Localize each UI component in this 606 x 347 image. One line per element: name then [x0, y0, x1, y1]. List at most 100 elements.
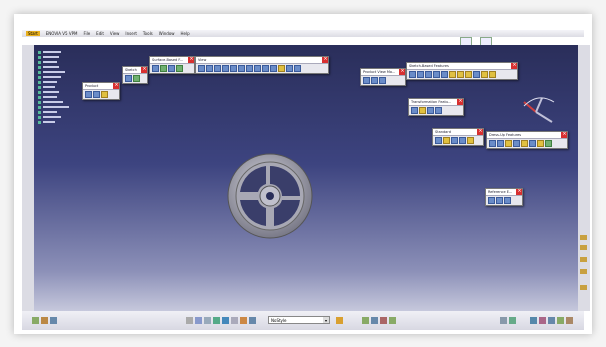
line-icon[interactable]	[496, 197, 503, 204]
tool-icon[interactable]	[133, 75, 140, 82]
tree-node[interactable]	[38, 65, 69, 69]
scale-icon[interactable]	[435, 107, 442, 114]
compass-icon[interactable]	[516, 92, 556, 132]
tool-icon[interactable]	[539, 317, 546, 324]
close-icon[interactable]: ×	[561, 132, 567, 138]
groove-icon[interactable]	[433, 71, 440, 78]
tool-icon[interactable]	[380, 317, 387, 324]
rotate-icon[interactable]	[222, 65, 229, 72]
tool-icon[interactable]	[336, 317, 343, 324]
tool-icon[interactable]	[213, 317, 220, 324]
tool-icon[interactable]	[566, 317, 573, 324]
tool-icon[interactable]	[379, 77, 386, 84]
fly-mode-icon[interactable]	[198, 65, 205, 72]
tool-icon[interactable]	[580, 285, 587, 290]
close-icon[interactable]: ×	[188, 57, 194, 63]
tool-icon[interactable]	[231, 317, 238, 324]
tool-icon[interactable]	[548, 317, 555, 324]
swap-space-icon[interactable]	[286, 65, 293, 72]
shell-icon[interactable]	[513, 140, 520, 147]
tool-icon[interactable]	[152, 65, 159, 72]
tool-icon[interactable]	[32, 317, 39, 324]
toolbar-reference-elements[interactable]: Reference E... ×	[485, 188, 523, 206]
tool-icon[interactable]	[41, 317, 48, 324]
toolbar-product-view[interactable]: Product View Mo... ×	[360, 68, 406, 86]
close-icon[interactable]: ×	[141, 67, 147, 73]
stiffener-icon[interactable]	[465, 71, 472, 78]
tree-node[interactable]	[38, 85, 69, 89]
tool-icon[interactable]	[240, 317, 247, 324]
tree-node[interactable]	[38, 75, 69, 79]
view-icon[interactable]	[262, 65, 269, 72]
menu-help[interactable]: Help	[181, 31, 190, 36]
zoom-in-icon[interactable]	[230, 65, 237, 72]
menu-file[interactable]: File	[83, 31, 90, 36]
draft-icon[interactable]	[505, 140, 512, 147]
menu-view[interactable]: View	[110, 31, 120, 36]
tool-icon[interactable]	[195, 317, 202, 324]
fillet-icon[interactable]	[489, 140, 496, 147]
point-icon[interactable]	[488, 197, 495, 204]
tree-node[interactable]	[38, 95, 69, 99]
pattern-icon[interactable]	[427, 107, 434, 114]
tree-node[interactable]	[38, 50, 69, 54]
tool-icon[interactable]	[85, 91, 92, 98]
tree-node[interactable]	[38, 120, 69, 124]
rib-icon[interactable]	[449, 71, 456, 78]
chevron-down-icon[interactable]: ▾	[323, 317, 329, 323]
close-icon[interactable]: ×	[457, 99, 463, 105]
menu-edit[interactable]: Edit	[96, 31, 104, 36]
zoom-out-icon[interactable]	[238, 65, 245, 72]
toolbar-standard[interactable]: Standard ×	[432, 128, 484, 146]
toolbar-product[interactable]: Product ×	[82, 82, 120, 100]
close-icon[interactable]: ×	[516, 189, 522, 195]
toolbar-dress-up[interactable]: Dress-Up Features ×	[486, 131, 568, 149]
tool-icon[interactable]	[580, 257, 587, 262]
tool-icon[interactable]	[362, 317, 369, 324]
pocket-icon[interactable]	[417, 71, 424, 78]
tree-node[interactable]	[38, 105, 69, 109]
plane-icon[interactable]	[504, 197, 511, 204]
hide-show-icon[interactable]	[278, 65, 285, 72]
slot-icon[interactable]	[457, 71, 464, 78]
remove-loft-icon[interactable]	[481, 71, 488, 78]
remove-face-icon[interactable]	[537, 140, 544, 147]
replace-face-icon[interactable]	[545, 140, 552, 147]
fit-all-icon[interactable]	[206, 65, 213, 72]
shaft-icon[interactable]	[425, 71, 432, 78]
tool-icon[interactable]	[168, 65, 175, 72]
tool-icon[interactable]	[580, 269, 587, 274]
tree-node[interactable]	[38, 70, 69, 74]
tool-icon[interactable]	[580, 235, 587, 240]
open-icon[interactable]	[443, 137, 450, 144]
tree-node[interactable]	[38, 115, 69, 119]
menu-window[interactable]: Window	[159, 31, 175, 36]
new-icon[interactable]	[435, 137, 442, 144]
close-icon[interactable]: ×	[399, 69, 405, 75]
toolbar-transformation[interactable]: Transformation Featu... ×	[408, 98, 464, 116]
close-icon[interactable]: ×	[511, 63, 517, 69]
cut-icon[interactable]	[467, 137, 474, 144]
tree-node[interactable]	[38, 110, 69, 114]
style-combo[interactable]: NoStyle ▾	[268, 316, 330, 324]
chamfer-icon[interactable]	[497, 140, 504, 147]
view-icon[interactable]	[254, 65, 261, 72]
thread-icon[interactable]	[529, 140, 536, 147]
menu-insert[interactable]: Insert	[125, 31, 136, 36]
mirror-icon[interactable]	[419, 107, 426, 114]
toolbar-sketch-based-features[interactable]: Sketch-Based Features ×	[406, 62, 518, 80]
close-icon[interactable]: ×	[113, 83, 119, 89]
tool-icon[interactable]	[125, 75, 132, 82]
tool-icon[interactable]	[93, 91, 100, 98]
tree-node[interactable]	[38, 90, 69, 94]
tool-icon[interactable]	[500, 317, 507, 324]
thickness-icon[interactable]	[521, 140, 528, 147]
tool-icon[interactable]	[557, 317, 564, 324]
pad-icon[interactable]	[409, 71, 416, 78]
menu-enovia[interactable]: ENOVIA V5 VPM	[46, 31, 78, 36]
tool-icon[interactable]	[580, 245, 587, 250]
tool-icon[interactable]	[509, 317, 516, 324]
translate-icon[interactable]	[411, 107, 418, 114]
tool-icon[interactable]	[204, 317, 211, 324]
tool-icon[interactable]	[50, 317, 57, 324]
